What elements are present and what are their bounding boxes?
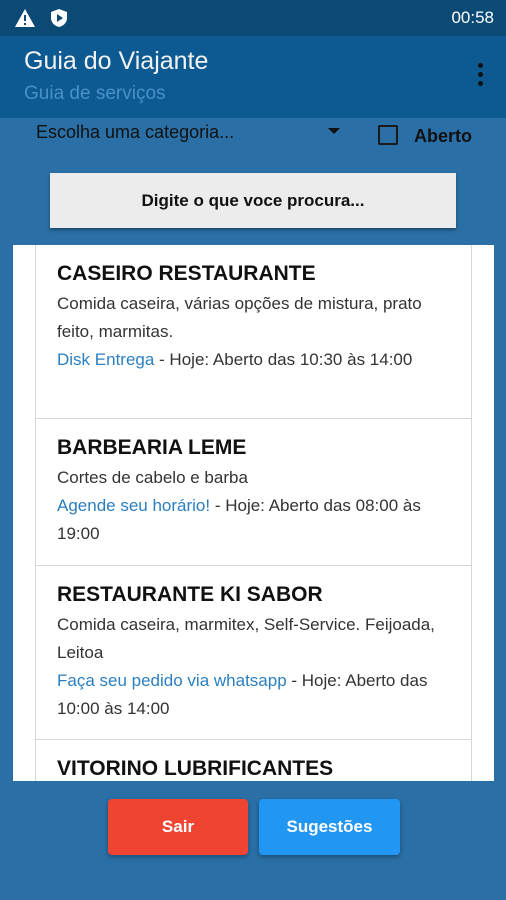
warning-icon bbox=[14, 8, 36, 33]
status-time: 00:58 bbox=[451, 8, 494, 27]
listing-action-link[interactable]: Agende seu horário! bbox=[57, 496, 210, 515]
listing-hours-line: Faça seu pedido via whatsapp - Hoje: Abe… bbox=[57, 667, 451, 723]
listing-name: BARBEARIA LEME bbox=[57, 436, 247, 459]
listing-hours: - Hoje: Aberto das 10:30 às 14:00 bbox=[154, 350, 413, 369]
exit-button[interactable]: Sair bbox=[108, 799, 248, 855]
filter-bar: Escolha uma categoria... Aberto bbox=[0, 118, 506, 160]
open-checkbox-label[interactable]: Aberto bbox=[414, 126, 472, 147]
listing-card[interactable]: RESTAURANTE KI SABOR Comida caseira, mar… bbox=[35, 566, 472, 740]
dropdown-arrow-icon[interactable] bbox=[328, 128, 340, 134]
listing-name: CASEIRO RESTAURANTE bbox=[57, 262, 316, 285]
app-subtitle: Guia de serviços bbox=[24, 83, 166, 104]
listing-name: VITORINO LUBRIFICANTES bbox=[57, 757, 334, 780]
overflow-menu-icon[interactable] bbox=[474, 63, 486, 89]
app-title: Guia do Viajante bbox=[24, 47, 209, 75]
listing-card[interactable]: BARBEARIA LEME Cortes de cabelo e barba … bbox=[35, 419, 472, 566]
status-bar: 00:58 bbox=[0, 0, 506, 36]
listing-action-link[interactable]: Disk Entrega bbox=[57, 350, 154, 369]
listing-card[interactable]: VITORINO LUBRIFICANTES bbox=[35, 740, 472, 781]
suggestions-button[interactable]: Sugestões bbox=[259, 799, 400, 855]
open-checkbox[interactable] bbox=[378, 125, 398, 145]
listings-list[interactable]: CASEIRO RESTAURANTE Comida caseira, vári… bbox=[13, 245, 494, 781]
listing-description: Comida caseira, marmitex, Self-Service. … bbox=[57, 615, 435, 662]
listing-hours-line: Agende seu horário! - Hoje: Aberto das 0… bbox=[57, 492, 451, 548]
listing-action-link[interactable]: Faça seu pedido via whatsapp bbox=[57, 671, 287, 690]
search-button[interactable]: Digite o que voce procura... bbox=[50, 173, 456, 228]
app-bar: Guia do Viajante Guia de serviços bbox=[0, 36, 506, 118]
listing-description: Comida caseira, várias opções de mistura… bbox=[57, 294, 422, 341]
play-shield-icon bbox=[49, 8, 69, 33]
listing-name: RESTAURANTE KI SABOR bbox=[57, 583, 323, 606]
listing-hours-line: Disk Entrega - Hoje: Aberto das 10:30 às… bbox=[57, 346, 451, 374]
listing-description: Cortes de cabelo e barba bbox=[57, 468, 248, 487]
listing-card[interactable]: CASEIRO RESTAURANTE Comida caseira, vári… bbox=[35, 245, 472, 419]
category-select[interactable]: Escolha uma categoria... bbox=[36, 122, 234, 143]
